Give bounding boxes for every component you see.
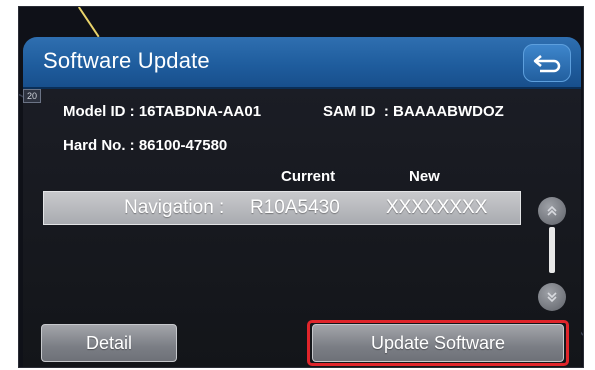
column-new: New: [409, 168, 440, 185]
scroll-down-icon: [547, 292, 557, 303]
scroll-down-button[interactable]: [538, 283, 566, 311]
scroll-up-button[interactable]: [538, 197, 566, 225]
column-current: Current: [281, 168, 336, 185]
current-version: R10A5430: [250, 197, 340, 218]
update-software-button[interactable]: Update Software: [312, 324, 564, 362]
model-id: Model ID : 16TABDNA-AA01: [63, 103, 262, 120]
title-bar: Software Update: [23, 37, 581, 89]
hard-no: Hard No. : 86100-47580: [63, 137, 228, 154]
table-row[interactable]: Navigation : R10A5430 XXXXXXXX: [43, 191, 521, 225]
new-version: XXXXXXXX: [386, 197, 488, 218]
scrollbar-thumb[interactable]: [549, 227, 555, 273]
sam-id: SAM ID : BAAAABWDOZ: [323, 103, 504, 120]
content-panel: 20 Model ID : 16TABDNA-AA01 SAM ID : BAA…: [23, 89, 581, 367]
back-button[interactable]: [523, 44, 571, 82]
return-arrow-icon: [533, 55, 561, 73]
detail-button[interactable]: Detail: [41, 324, 177, 362]
head-unit-screen: Software Update 20 Model ID : 16TABDNA-A…: [18, 6, 584, 368]
scroll-up-icon: [547, 205, 557, 216]
page-title: Software Update: [43, 48, 210, 73]
map-label-badge: 20: [23, 89, 41, 103]
row-label: Navigation :: [124, 197, 225, 218]
